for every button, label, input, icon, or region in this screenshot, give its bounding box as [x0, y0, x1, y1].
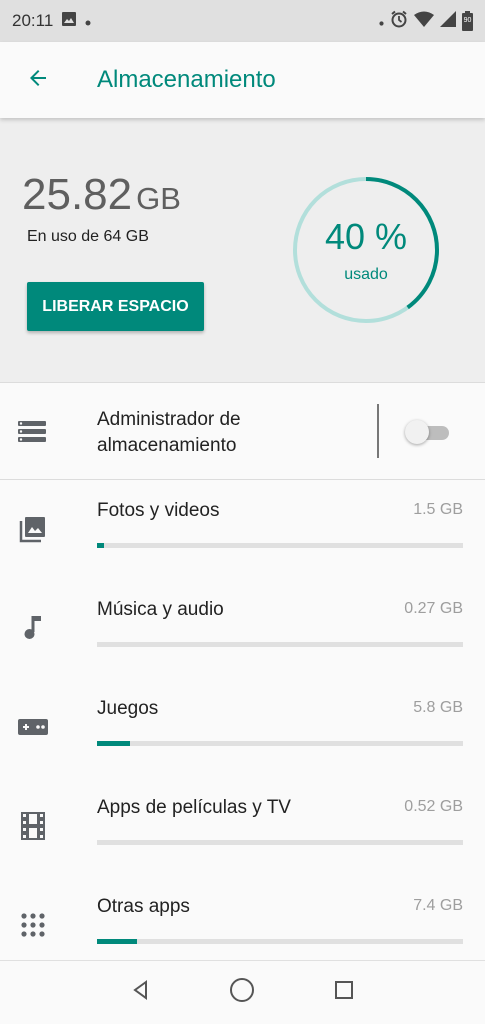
storage-manager-toggle[interactable] — [405, 420, 449, 444]
page-title: Almacenamiento — [97, 66, 276, 93]
storage-manager-label: Administrador de almacenamiento — [97, 409, 241, 456]
usage-ring-text: 40 % usado — [292, 176, 440, 324]
divider — [377, 404, 379, 458]
usage-percent: 40 % — [324, 216, 408, 257]
category-size: 5.8 GB — [413, 699, 463, 716]
category-name: Apps de películas y TV — [97, 797, 291, 818]
category-size: 1.5 GB — [413, 501, 463, 518]
category-progress-fill — [97, 741, 130, 746]
category-size: 0.27 GB — [404, 600, 463, 617]
storage-manager-row[interactable]: Administrador de almacenamiento — [0, 383, 485, 480]
category-progress — [97, 741, 463, 746]
category-row-photos[interactable]: Fotos y videos 1.5 GB — [0, 480, 485, 579]
category-name: Otras apps — [97, 896, 190, 917]
nav-recents-button[interactable] — [324, 973, 364, 1013]
apps-grid-icon — [18, 910, 48, 940]
storage-list-icon — [18, 419, 46, 448]
category-name: Juegos — [97, 698, 159, 719]
status-time: 20:11 — [12, 11, 54, 30]
category-progress — [97, 840, 463, 845]
category-size: 0.52 GB — [404, 798, 463, 815]
battery-level: 90 — [463, 17, 472, 24]
used-amount: 25.82 GB — [22, 170, 181, 220]
free-space-button[interactable]: LIBERAR ESPACIO — [27, 282, 204, 331]
category-progress-fill — [97, 939, 138, 944]
wifi-icon — [414, 11, 434, 32]
category-name: Fotos y videos — [97, 500, 220, 521]
battery-icon: 90 — [462, 11, 473, 31]
dot-icon — [379, 11, 384, 31]
category-progress-fill — [97, 543, 105, 548]
alarm-icon — [390, 10, 408, 33]
status-bar: 20:11 90 — [0, 0, 485, 42]
category-row-movies[interactable]: Apps de películas y TV 0.52 GB — [0, 777, 485, 876]
image-notification-icon — [61, 11, 77, 32]
used-of-total: En uso de 64 GB — [27, 228, 149, 245]
arrow-back-icon — [26, 66, 50, 95]
usage-caption: usado — [344, 266, 388, 283]
photo-library-icon — [18, 514, 48, 544]
category-size: 7.4 GB — [413, 897, 463, 914]
toggle-thumb — [405, 420, 429, 444]
nav-home-button[interactable] — [222, 973, 262, 1013]
gamepad-icon — [18, 712, 48, 742]
nav-back-icon — [131, 980, 151, 1005]
nav-back-button[interactable] — [121, 973, 161, 1013]
signal-icon — [440, 10, 456, 32]
category-progress — [97, 543, 463, 548]
dot-icon — [85, 11, 91, 31]
category-name: Música y audio — [97, 599, 224, 620]
app-bar: Almacenamiento — [0, 42, 485, 118]
category-row-music[interactable]: Música y audio 0.27 GB — [0, 579, 485, 678]
used-value: 25.82 — [22, 170, 133, 219]
category-row-games[interactable]: Juegos 5.8 GB — [0, 678, 485, 777]
used-unit: GB — [136, 181, 181, 216]
category-progress — [97, 939, 463, 944]
movie-film-icon — [18, 811, 48, 841]
music-note-icon — [18, 613, 48, 643]
storage-list: Administrador de almacenamiento Fotos y … — [0, 383, 485, 975]
category-progress — [97, 642, 463, 647]
storage-summary: 25.82 GB En uso de 64 GB LIBERAR ESPACIO … — [0, 118, 485, 383]
back-button[interactable] — [0, 42, 76, 118]
nav-home-icon — [229, 977, 255, 1008]
nav-recents-icon — [334, 980, 354, 1005]
navigation-bar — [0, 960, 485, 1024]
